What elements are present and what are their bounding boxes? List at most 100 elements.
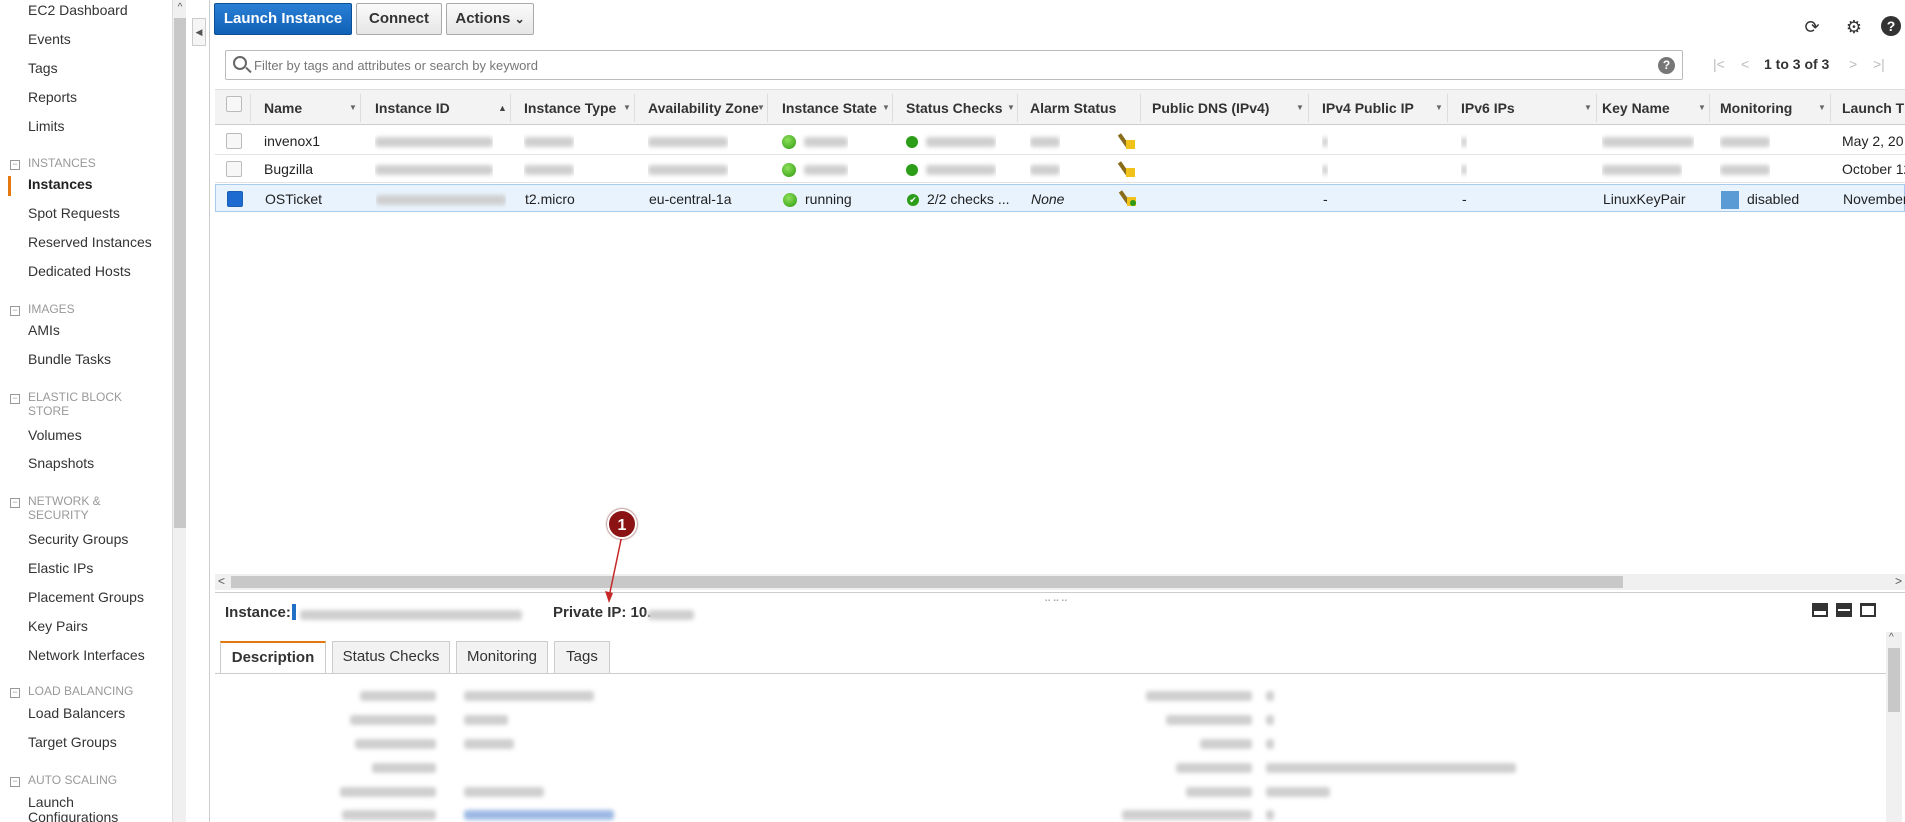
- sidebar-item-spot-requests[interactable]: Spot Requests: [28, 205, 120, 221]
- col-name[interactable]: Name: [264, 90, 302, 126]
- sidebar-item-dedicated-hosts[interactable]: Dedicated Hosts: [28, 263, 131, 279]
- sidebar-item-network-interfaces[interactable]: Network Interfaces: [28, 647, 145, 663]
- scroll-up-icon[interactable]: ^: [1889, 632, 1894, 643]
- scroll-left-icon[interactable]: <: [218, 574, 225, 588]
- col-alarm-status[interactable]: Alarm Status: [1030, 90, 1116, 126]
- section-network-security[interactable]: − NETWORK & SECURITY: [10, 494, 101, 522]
- sidebar-item-security-groups[interactable]: Security Groups: [28, 531, 128, 547]
- table-row-selected[interactable]: OSTicket t2.micro eu-central-1a running …: [215, 184, 1905, 212]
- sidebar-scrollbar[interactable]: ^: [172, 0, 186, 822]
- scroll-thumb[interactable]: [231, 576, 1623, 588]
- sidebar-item-bundle-tasks[interactable]: Bundle Tasks: [28, 351, 111, 367]
- sort-asc-icon[interactable]: ▲: [498, 90, 507, 126]
- collapse-icon[interactable]: −: [10, 498, 20, 508]
- next-page-icon[interactable]: >: [1849, 56, 1857, 72]
- gear-icon[interactable]: ⚙: [1843, 16, 1865, 38]
- col-ipv4-public-ip[interactable]: IPv4 Public IP: [1322, 90, 1414, 126]
- collapse-icon[interactable]: −: [10, 160, 20, 170]
- sidebar-item-ec2-dashboard[interactable]: EC2 Dashboard: [28, 2, 128, 18]
- tab-description[interactable]: Description: [220, 641, 326, 674]
- collapse-sidebar-icon[interactable]: ◀: [192, 18, 206, 46]
- section-images[interactable]: − IMAGES: [10, 302, 75, 316]
- alarm-icon[interactable]: [1118, 190, 1136, 206]
- row-checkbox[interactable]: [226, 161, 242, 177]
- scroll-up-icon[interactable]: ^: [175, 2, 185, 14]
- col-launch-time[interactable]: Launch T: [1842, 90, 1904, 126]
- col-instance-type[interactable]: Instance Type: [524, 90, 616, 126]
- launch-instance-button[interactable]: Launch Instance: [214, 3, 352, 35]
- tab-monitoring[interactable]: Monitoring: [456, 641, 548, 673]
- resize-grip[interactable]: ⠤⠤⠤: [1044, 594, 1069, 605]
- col-ipv6-ips[interactable]: IPv6 IPs: [1461, 90, 1515, 126]
- col-public-dns[interactable]: Public DNS (IPv4): [1152, 90, 1269, 126]
- scroll-right-icon[interactable]: >: [1895, 574, 1902, 588]
- layout-split-icon[interactable]: [1836, 603, 1852, 617]
- col-menu-icon[interactable]: ▼: [1818, 90, 1826, 126]
- col-menu-icon[interactable]: ▼: [1584, 90, 1592, 126]
- refresh-icon[interactable]: ⟳: [1801, 16, 1823, 38]
- sidebar-item-target-groups[interactable]: Target Groups: [28, 734, 117, 750]
- col-menu-icon[interactable]: ▼: [1007, 90, 1015, 126]
- col-key-name[interactable]: Key Name: [1602, 90, 1670, 126]
- table-row[interactable]: invenox1 May 2, 20: [215, 127, 1905, 155]
- sidebar-item-snapshots[interactable]: Snapshots: [28, 455, 94, 471]
- alarm-icon[interactable]: [1117, 133, 1135, 149]
- search-input[interactable]: Filter by tags and attributes or search …: [225, 50, 1683, 80]
- sidebar-item-tags[interactable]: Tags: [28, 60, 58, 76]
- collapse-icon[interactable]: −: [10, 688, 20, 698]
- col-instance-id[interactable]: Instance ID: [375, 90, 450, 126]
- actions-button[interactable]: Actions ⌄: [446, 3, 534, 35]
- col-menu-icon[interactable]: ▼: [623, 90, 631, 126]
- last-page-icon[interactable]: >|: [1873, 56, 1885, 72]
- row-checkbox[interactable]: [226, 133, 242, 149]
- col-menu-icon[interactable]: ▼: [1435, 90, 1443, 126]
- col-menu-icon[interactable]: ▼: [757, 90, 765, 126]
- sidebar-item-launch-configurations-line2[interactable]: Configurations: [28, 809, 118, 822]
- col-availability-zone[interactable]: Availability Zone: [648, 90, 759, 126]
- connect-button[interactable]: Connect: [356, 3, 442, 35]
- col-instance-state[interactable]: Instance State: [782, 90, 877, 126]
- sidebar-item-events[interactable]: Events: [28, 31, 71, 47]
- select-all-checkbox[interactable]: [226, 96, 242, 112]
- sidebar-item-launch-configurations[interactable]: Launch: [28, 794, 74, 810]
- collapse-icon[interactable]: −: [10, 394, 20, 404]
- sidebar-item-load-balancers[interactable]: Load Balancers: [28, 705, 125, 721]
- sidebar-item-elastic-ips[interactable]: Elastic IPs: [28, 560, 93, 576]
- col-menu-icon[interactable]: ▼: [349, 90, 357, 126]
- section-auto-scaling[interactable]: − AUTO SCALING: [10, 773, 117, 787]
- collapse-icon[interactable]: −: [10, 777, 20, 787]
- col-status-checks[interactable]: Status Checks: [906, 90, 1002, 126]
- sidebar-item-placement-groups[interactable]: Placement Groups: [28, 589, 144, 605]
- desc-row: [1176, 759, 1516, 775]
- help-icon[interactable]: ?: [1881, 16, 1901, 36]
- section-instances[interactable]: − INSTANCES: [10, 156, 96, 170]
- tab-tags[interactable]: Tags: [554, 641, 610, 673]
- row-checkbox[interactable]: [227, 191, 243, 207]
- sidebar-item-limits[interactable]: Limits: [28, 118, 65, 134]
- layout-bottom-icon[interactable]: [1812, 603, 1828, 617]
- col-menu-icon[interactable]: ▼: [1698, 90, 1706, 126]
- layout-top-icon[interactable]: [1860, 603, 1876, 617]
- alarm-icon[interactable]: [1117, 161, 1135, 177]
- tab-status-checks[interactable]: Status Checks: [332, 641, 450, 673]
- sidebar-item-instances[interactable]: Instances: [28, 176, 93, 192]
- collapse-icon[interactable]: −: [10, 306, 20, 316]
- filter-help-icon[interactable]: ?: [1658, 57, 1675, 74]
- scroll-thumb[interactable]: [174, 18, 186, 528]
- sidebar-item-key-pairs[interactable]: Key Pairs: [28, 618, 88, 634]
- sidebar-item-volumes[interactable]: Volumes: [28, 427, 82, 443]
- first-page-icon[interactable]: |<: [1713, 56, 1725, 72]
- sidebar-item-reports[interactable]: Reports: [28, 89, 77, 105]
- scroll-thumb[interactable]: [1888, 648, 1900, 712]
- details-scrollbar[interactable]: ^: [1886, 632, 1902, 822]
- section-load-balancing[interactable]: − LOAD BALANCING: [10, 684, 133, 698]
- sidebar-item-reserved-instances[interactable]: Reserved Instances: [28, 234, 152, 250]
- table-row[interactable]: Bugzilla October 12: [215, 155, 1905, 183]
- horizontal-scrollbar[interactable]: < >: [215, 574, 1905, 590]
- prev-page-icon[interactable]: <: [1741, 56, 1749, 72]
- sidebar-item-amis[interactable]: AMIs: [28, 322, 60, 338]
- col-menu-icon[interactable]: ▼: [1296, 90, 1304, 126]
- col-menu-icon[interactable]: ▼: [882, 90, 890, 126]
- section-elastic-block-store[interactable]: − ELASTIC BLOCK STORE: [10, 390, 122, 418]
- col-monitoring[interactable]: Monitoring: [1720, 90, 1792, 126]
